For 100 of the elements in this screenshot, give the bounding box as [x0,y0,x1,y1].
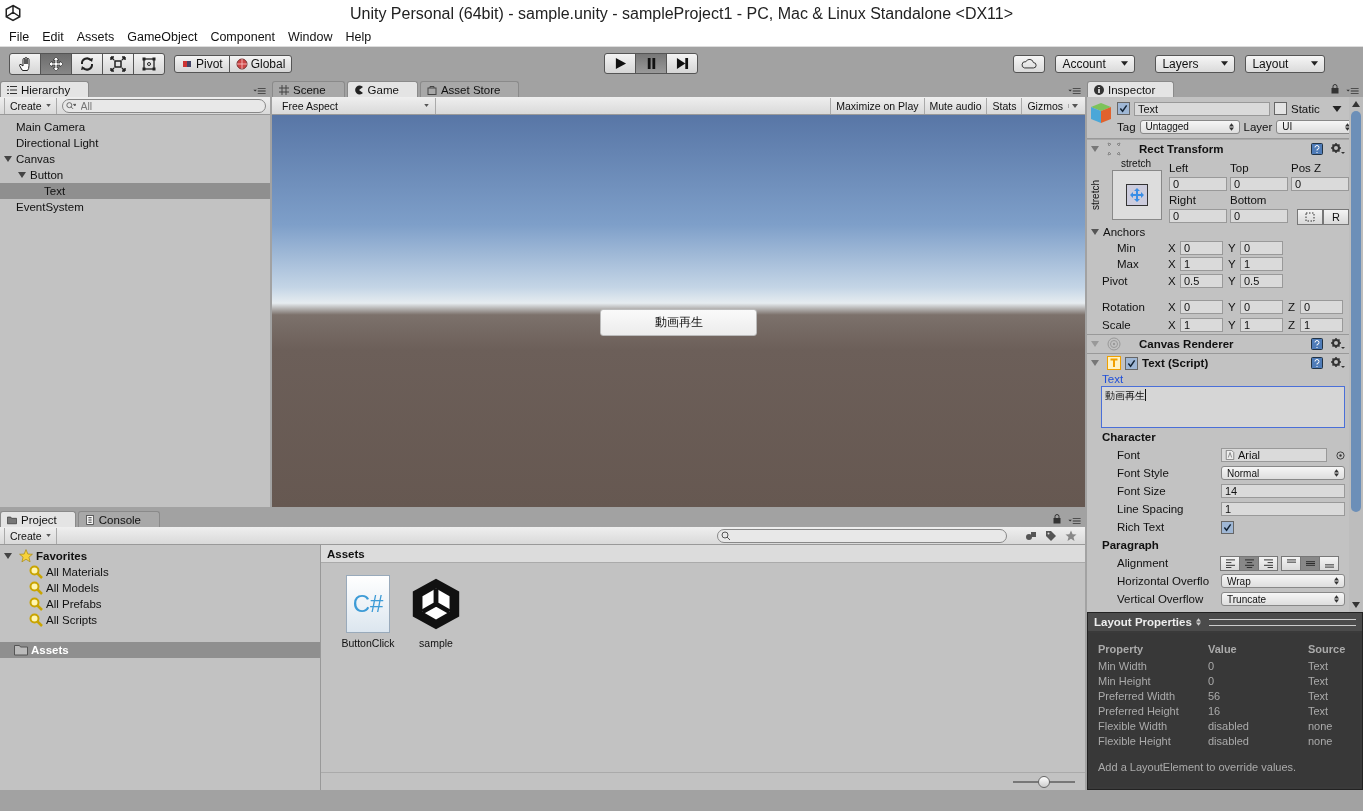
hierarchy-tab[interactable]: Hierarchy [0,81,90,97]
panel-menu-icon[interactable] [1068,517,1081,524]
create-dropdown[interactable]: Create [4,97,57,114]
align-button[interactable] [1258,555,1278,571]
aspect-dropdown[interactable]: Free Aspect [276,97,436,114]
view-option-button[interactable]: Mute audio [923,97,987,114]
number-field[interactable]: 1 [1300,318,1343,332]
game-ui-button[interactable]: 動画再生 [600,309,757,336]
expand-arrow-icon[interactable] [4,552,12,560]
favorite-search-item[interactable]: All Materials [0,564,320,580]
view-tab[interactable]: Game [346,81,418,97]
create-dropdown[interactable]: Create [4,527,57,544]
view-option-button[interactable]: Gizmos [1021,97,1068,114]
blueprint-mode-button[interactable] [1297,209,1323,225]
search-field[interactable]: All [61,98,266,113]
enabled-checkbox[interactable] [1125,356,1138,370]
lock-icon[interactable] [1053,514,1061,524]
view-option-button[interactable]: Stats [986,97,1022,114]
number-field[interactable]: 0 [1230,177,1288,191]
menu-item[interactable]: Help [339,30,378,44]
updown-arrows-icon[interactable] [1195,618,1201,626]
filter-type-icon[interactable] [1025,529,1037,542]
panel-menu-icon[interactable] [253,87,266,94]
number-field[interactable]: 1 [1180,318,1223,332]
asset-item[interactable]: C# ButtonClick [337,575,399,653]
view-option-button[interactable]: Maximize on Play [830,97,924,114]
expand-arrow-icon[interactable] [1091,228,1099,236]
text-area[interactable]: 動画再生 [1101,386,1345,428]
number-field[interactable]: 0 [1240,241,1283,255]
rect-tool-button[interactable] [133,52,165,75]
hierarchy-item[interactable]: EventSystem [0,199,270,215]
drag-handle[interactable] [1208,618,1356,626]
expand-arrow-icon[interactable] [1091,145,1099,153]
number-field[interactable]: 1 [1240,318,1283,332]
menu-item[interactable]: Window [282,30,339,44]
tag-icon[interactable] [1045,529,1057,542]
menu-item[interactable]: GameObject [121,30,204,44]
number-field[interactable]: 0 [1180,241,1223,255]
number-field[interactable]: 0 [1291,177,1349,191]
hierarchy-item[interactable]: Directional Light [0,135,270,151]
menu-item[interactable]: Edit [36,30,70,44]
panel-menu-icon[interactable] [1068,87,1081,94]
layout-dropdown[interactable]: Layout [1245,54,1326,73]
number-field[interactable]: 1 [1240,257,1283,271]
breadcrumb-label[interactable]: Assets [327,547,365,560]
number-field[interactable]: 1 [1180,257,1223,271]
pivot-button[interactable]: Pivot [174,54,230,73]
align-button[interactable] [1281,555,1301,571]
move-tool-button[interactable] [40,52,72,75]
scrollbar[interactable] [1349,97,1363,612]
scroll-down-icon[interactable] [1352,602,1360,608]
view-tab[interactable]: Scene [272,81,345,97]
align-button[interactable] [1319,555,1339,571]
property-dropdown[interactable]: Truncate [1221,592,1345,606]
caret-icon[interactable] [1068,103,1081,108]
number-field[interactable]: 0.5 [1240,274,1283,288]
static-checkbox[interactable] [1274,102,1287,115]
number-field[interactable]: 0 [1300,300,1343,314]
layer-dropdown[interactable]: UI [1276,119,1349,134]
anchor-preset-button[interactable] [1112,170,1162,220]
inspector-tab[interactable]: Inspector [1087,81,1175,97]
zoom-slider[interactable] [1013,775,1075,788]
number-field[interactable]: 0 [1169,209,1227,223]
lock-icon[interactable] [1331,84,1339,94]
number-field[interactable]: 1 [1221,502,1345,516]
menu-item[interactable]: File [3,30,36,44]
hierarchy-item[interactable]: Button [0,167,270,183]
number-field[interactable]: 0 [1230,209,1288,223]
active-checkbox[interactable] [1117,102,1130,115]
asset-item[interactable]: sample [405,575,467,653]
scroll-up-icon[interactable] [1352,101,1360,107]
menu-item[interactable]: Component [204,30,281,44]
help-book-icon[interactable] [1311,357,1323,369]
number-field[interactable]: 0 [1169,177,1227,191]
star-icon[interactable] [1065,529,1077,542]
rich-text-checkbox[interactable] [1221,520,1234,534]
raw-edit-button[interactable]: R [1323,209,1349,225]
hand-tool-button[interactable] [9,52,41,75]
cloud-button[interactable] [1013,54,1046,73]
hierarchy-item[interactable]: Canvas [0,151,270,167]
property-dropdown[interactable]: Wrap [1221,574,1345,588]
align-button[interactable] [1220,555,1240,571]
object-picker-icon[interactable] [1336,450,1345,460]
number-field[interactable]: 0.5 [1180,274,1223,288]
gear-icon[interactable] [1331,143,1345,155]
play-button[interactable] [604,53,637,74]
hierarchy-item[interactable]: Text [0,183,270,199]
search-field[interactable] [717,528,1007,543]
help-book-icon[interactable] [1311,338,1323,350]
global-button[interactable]: Global [228,54,293,73]
account-dropdown[interactable]: Account [1055,54,1136,73]
favorite-search-item[interactable]: All Models [0,580,320,596]
tag-dropdown[interactable]: Untagged [1139,119,1240,134]
favorites-item[interactable]: Favorites [0,548,320,564]
panel-menu-icon[interactable] [1346,87,1359,94]
view-tab[interactable]: Asset Store [419,81,520,97]
number-field[interactable]: 14 [1221,484,1345,498]
gear-icon[interactable] [1331,338,1345,350]
gear-icon[interactable] [1331,357,1345,369]
pause-button[interactable] [635,53,668,74]
